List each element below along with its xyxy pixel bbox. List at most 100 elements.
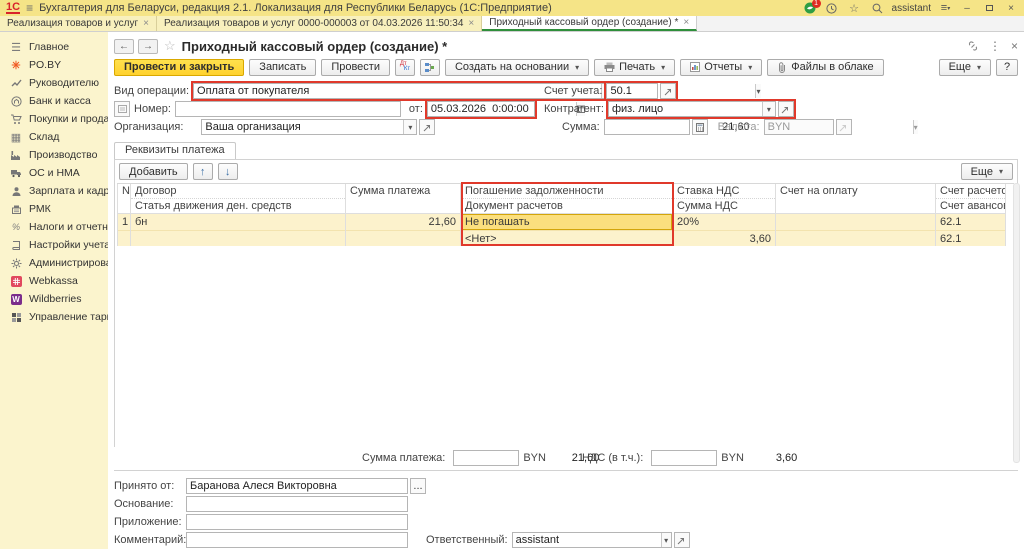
open-link-icon[interactable] xyxy=(673,532,690,548)
sidebar-item-warehouse[interactable]: ▦ Склад xyxy=(0,128,108,146)
cell-payment-sum[interactable]: 21,60 xyxy=(346,214,460,230)
responsible-field[interactable]: ▾ xyxy=(511,532,690,548)
sidebar-item-production[interactable]: Производство xyxy=(0,146,108,164)
tab-sales-list[interactable]: Реализация товаров и услуг × xyxy=(0,16,158,31)
close-form-icon[interactable]: × xyxy=(1011,39,1018,53)
number-settings-icon[interactable] xyxy=(114,101,130,117)
form-more-button[interactable]: Еще ▾ xyxy=(938,58,991,76)
organization-input[interactable] xyxy=(202,120,404,134)
account-input[interactable] xyxy=(607,84,756,98)
service-notifications-icon[interactable]: 1 xyxy=(804,0,821,15)
related-documents-button[interactable] xyxy=(419,58,440,76)
cell-vat-sum[interactable]: 3,60 xyxy=(673,230,775,246)
dropdown-icon[interactable]: ▾ xyxy=(660,533,671,547)
sidebar-item-poby[interactable]: ✳ PO.BY xyxy=(0,56,108,74)
close-window-button[interactable]: × xyxy=(1004,2,1018,14)
col-header-advance-account[interactable]: Счет авансов xyxy=(936,199,1005,214)
dropdown-icon[interactable]: ▾ xyxy=(761,102,775,116)
col-header-invoice[interactable]: Счет на оплату xyxy=(776,184,935,214)
sidebar-item-wildberries[interactable]: W Wildberries xyxy=(0,290,108,308)
organization-field[interactable]: ▾ xyxy=(201,119,436,135)
forward-button[interactable]: → xyxy=(138,38,158,54)
restore-button[interactable] xyxy=(982,2,996,14)
sidebar-item-tariff[interactable]: Управление тарифом xyxy=(0,308,108,326)
minimize-button[interactable]: – xyxy=(960,2,974,14)
col-header-settlement-account[interactable]: Счет расчетов xyxy=(936,184,1005,199)
move-row-up-button[interactable]: ↑ xyxy=(192,163,213,180)
close-tab-icon[interactable]: × xyxy=(143,18,149,29)
favorites-icon[interactable]: ☆ xyxy=(848,2,861,15)
sidebar-item-webkassa[interactable]: Webkassa xyxy=(0,272,108,290)
table-vertical-scrollbar[interactable] xyxy=(1013,183,1020,463)
cloud-files-button[interactable]: Файлы в облаке xyxy=(767,58,884,76)
create-based-on-button[interactable]: Создать на основании ▾ xyxy=(444,58,590,76)
number-input[interactable] xyxy=(175,102,400,116)
close-tab-icon[interactable]: × xyxy=(683,17,689,28)
help-button[interactable]: ? xyxy=(996,58,1018,76)
operation-type-input[interactable] xyxy=(194,84,602,98)
sidebar-item-purchases-sales[interactable]: Покупки и продажи xyxy=(0,110,108,128)
sidebar-item-taxes[interactable]: %Налоги и отчетность xyxy=(0,218,108,236)
get-link-icon[interactable] xyxy=(967,40,979,52)
col-header-repayment[interactable]: Погашение задолженности xyxy=(461,184,672,199)
favorite-star-icon[interactable]: ☆ xyxy=(164,38,176,54)
cell-contract[interactable]: бн xyxy=(131,214,345,230)
more-actions-icon[interactable]: ⋮ xyxy=(989,39,1001,53)
cell-n[interactable]: 1 xyxy=(118,214,130,230)
col-header-contract[interactable]: Договор xyxy=(131,184,345,199)
sidebar-item-administration[interactable]: Администрирование xyxy=(0,254,108,272)
cell-vat-rate[interactable]: 20% xyxy=(673,214,775,230)
show-postings-dtkt-button[interactable]: Дт Кт xyxy=(394,58,415,76)
basis-input[interactable] xyxy=(187,497,407,511)
responsible-input[interactable] xyxy=(512,533,661,547)
counterparty-field[interactable]: ▾ xyxy=(607,101,794,117)
cell-invoice[interactable] xyxy=(776,214,935,230)
table-more-button[interactable]: Еще ▾ xyxy=(960,163,1013,180)
cell-repayment[interactable]: Не погашать xyxy=(461,214,672,230)
cell-cash-flow[interactable] xyxy=(131,230,345,246)
account-field[interactable]: ▾ xyxy=(606,83,761,99)
col-header-payment-sum[interactable]: Сумма платежа xyxy=(346,184,460,214)
cell-payment-sum2[interactable] xyxy=(346,230,460,246)
cell-invoice2[interactable] xyxy=(776,230,935,246)
attachment-input[interactable] xyxy=(187,515,407,529)
sidebar-item-bank-cash[interactable]: Банк и касса xyxy=(0,92,108,110)
received-from-select-button[interactable]: ... xyxy=(410,478,426,494)
close-tab-icon[interactable]: × xyxy=(468,18,474,29)
main-menu-icon[interactable]: ≡ xyxy=(26,1,33,15)
open-link-icon[interactable] xyxy=(660,83,677,99)
open-link-icon[interactable] xyxy=(419,119,436,135)
col-header-cash-flow[interactable]: Статья движения ден. средств xyxy=(131,199,345,214)
sidebar-item-main[interactable]: ☰ Главное xyxy=(0,38,108,56)
post-and-close-button[interactable]: Провести и закрыть xyxy=(114,58,245,76)
tab-payment-details[interactable]: Реквизиты платежа xyxy=(114,142,236,159)
add-row-button[interactable]: Добавить xyxy=(119,163,188,180)
settings-menu-icon[interactable]: ≡ ▾ xyxy=(939,2,952,15)
cell-advance-account[interactable]: 62.1 xyxy=(936,230,1005,246)
sidebar-item-rmk[interactable]: РМК xyxy=(0,200,108,218)
current-user[interactable]: assistant xyxy=(892,3,931,14)
cell-settlement-account[interactable]: 62.1 xyxy=(936,214,1005,230)
date-field[interactable] xyxy=(426,101,585,117)
move-row-down-button[interactable]: ↓ xyxy=(217,163,238,180)
sidebar-item-fixed-assets[interactable]: ОС и НМА xyxy=(0,164,108,182)
sidebar-item-salary-hr[interactable]: Зарплата и кадры xyxy=(0,182,108,200)
counterparty-input[interactable] xyxy=(608,102,762,116)
col-header-n[interactable]: N xyxy=(118,184,130,214)
tab-cash-order[interactable]: Приходный кассовый ордер (создание) * × xyxy=(482,16,698,31)
search-icon[interactable] xyxy=(871,2,884,15)
col-header-vat-sum[interactable]: Сумма НДС xyxy=(673,199,775,214)
print-button[interactable]: Печать ▾ xyxy=(594,58,676,76)
col-header-settlement-doc[interactable]: Документ расчетов xyxy=(461,199,672,214)
sidebar-item-accounting-settings[interactable]: Настройки учета xyxy=(0,236,108,254)
comment-input[interactable] xyxy=(187,533,407,547)
dropdown-icon[interactable]: ▾ xyxy=(755,84,761,98)
cell-n2[interactable] xyxy=(118,230,130,246)
col-header-vat-rate[interactable]: Ставка НДС xyxy=(673,184,775,199)
sidebar-item-manager[interactable]: Руководителю xyxy=(0,74,108,92)
back-button[interactable]: ← xyxy=(114,38,134,54)
post-button[interactable]: Провести xyxy=(321,58,390,76)
tab-sales-document[interactable]: Реализация товаров и услуг 0000-000003 о… xyxy=(157,16,483,31)
received-from-input[interactable] xyxy=(187,479,407,493)
dropdown-icon[interactable]: ▾ xyxy=(403,120,417,134)
